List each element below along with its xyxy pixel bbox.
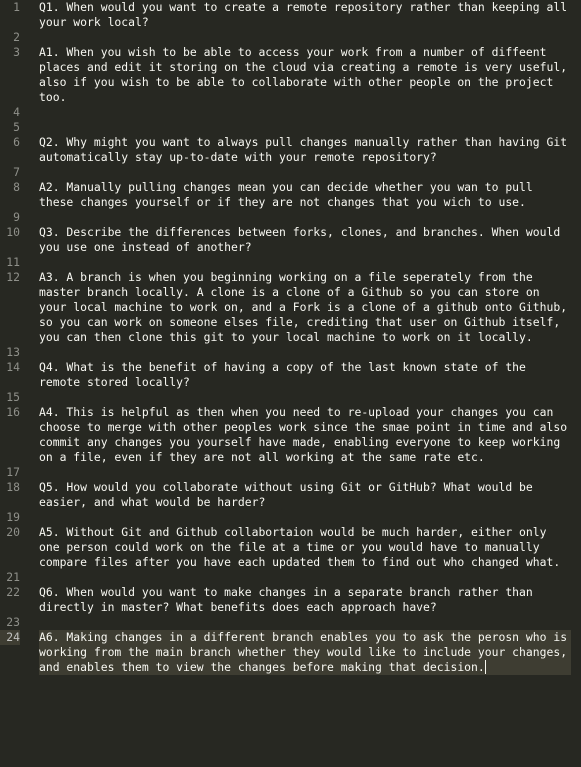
editor-line[interactable]: 4 (0, 105, 581, 120)
editor-line[interactable]: 6 Q2. Why might you want to always pull c… (0, 135, 581, 165)
editor-line[interactable]: 21 (0, 570, 581, 585)
line-number: 1 (13, 0, 20, 14)
editor-line-current[interactable]: 24 A6. Making changes in a different bran… (0, 630, 581, 675)
line-text[interactable]: Q2. Why might you want to always pull ch… (39, 135, 571, 165)
line-number: 11 (6, 255, 20, 269)
line-number: 10 (6, 225, 20, 239)
line-number: 2 (13, 30, 20, 44)
editor-line[interactable]: 23 (0, 615, 581, 630)
editor-line[interactable]: 16 A4. This is helpful as then when you n… (0, 405, 581, 465)
editor-line[interactable]: 8 A2. Manually pulling changes mean you c… (0, 180, 581, 210)
editor-line[interactable]: 20 A5. Without Git and Github collabortai… (0, 525, 581, 570)
line-number: 20 (6, 525, 20, 539)
line-number: 19 (6, 510, 20, 524)
line-number: 12 (6, 270, 20, 284)
line-number: 7 (13, 165, 20, 179)
line-number: 8 (13, 180, 20, 194)
line-text[interactable]: Q6. When would you want to make changes … (39, 585, 571, 615)
line-number: 6 (13, 135, 20, 149)
editor-line[interactable]: 3 A1. When you wish to be able to access … (0, 45, 581, 105)
line-number: 24 (0, 630, 20, 645)
line-text[interactable]: Q4. What is the benefit of having a copy… (39, 360, 571, 390)
editor-line[interactable]: 13 (0, 345, 581, 360)
line-number: 3 (13, 45, 20, 59)
line-text[interactable]: A5. Without Git and Github collabortaion… (39, 525, 571, 570)
line-text[interactable]: Q1. When would you want to create a remo… (39, 0, 571, 30)
line-number: 4 (13, 105, 20, 119)
editor-line[interactable]: 19 (0, 510, 581, 525)
editor-line[interactable]: 2 (0, 30, 581, 45)
editor-line[interactable]: 11 (0, 255, 581, 270)
line-number: 22 (6, 585, 20, 599)
editor-line[interactable]: 9 (0, 210, 581, 225)
line-number: 16 (6, 405, 20, 419)
editor-line[interactable]: 22 Q6. When would you want to make change… (0, 585, 581, 615)
line-number: 21 (6, 570, 20, 584)
editor-line[interactable]: 17 (0, 465, 581, 480)
editor-line[interactable]: 1 Q1. When would you want to create a rem… (0, 0, 581, 30)
line-number: 17 (6, 465, 20, 479)
line-number: 9 (13, 210, 20, 224)
line-number: 13 (6, 345, 20, 359)
editor-line[interactable]: 15 (0, 390, 581, 405)
editor-line[interactable]: 12 A3. A branch is when you beginning wor… (0, 270, 581, 345)
line-text[interactable]: Q5. How would you collaborate without us… (39, 480, 571, 510)
line-text[interactable]: Q3. Describe the differences between for… (39, 225, 571, 255)
line-number: 23 (6, 615, 20, 629)
line-number: 5 (13, 120, 20, 134)
code-area[interactable]: 1 Q1. When would you want to create a rem… (0, 0, 581, 675)
text-editor[interactable]: 1 Q1. When would you want to create a rem… (0, 0, 581, 767)
editor-line[interactable]: 18 Q5. How would you collaborate without … (0, 480, 581, 510)
line-number: 14 (6, 360, 20, 374)
line-text[interactable]: A4. This is helpful as then when you nee… (39, 405, 571, 465)
line-text-content[interactable]: A6. Making changes in a different branch… (39, 630, 574, 674)
line-text[interactable]: A3. A branch is when you beginning worki… (39, 270, 571, 345)
line-text[interactable]: A2. Manually pulling changes mean you ca… (39, 180, 571, 210)
editor-line[interactable]: 5 (0, 120, 581, 135)
line-text[interactable]: A1. When you wish to be able to access y… (39, 45, 571, 105)
text-cursor (484, 660, 486, 674)
editor-line[interactable]: 14 Q4. What is the benefit of having a co… (0, 360, 581, 390)
line-number: 15 (6, 390, 20, 404)
editor-line[interactable]: 7 (0, 165, 581, 180)
editor-line[interactable]: 10 Q3. Describe the differences between f… (0, 225, 581, 255)
line-text-current[interactable]: A6. Making changes in a different branch… (39, 630, 571, 675)
line-number: 18 (6, 480, 20, 494)
